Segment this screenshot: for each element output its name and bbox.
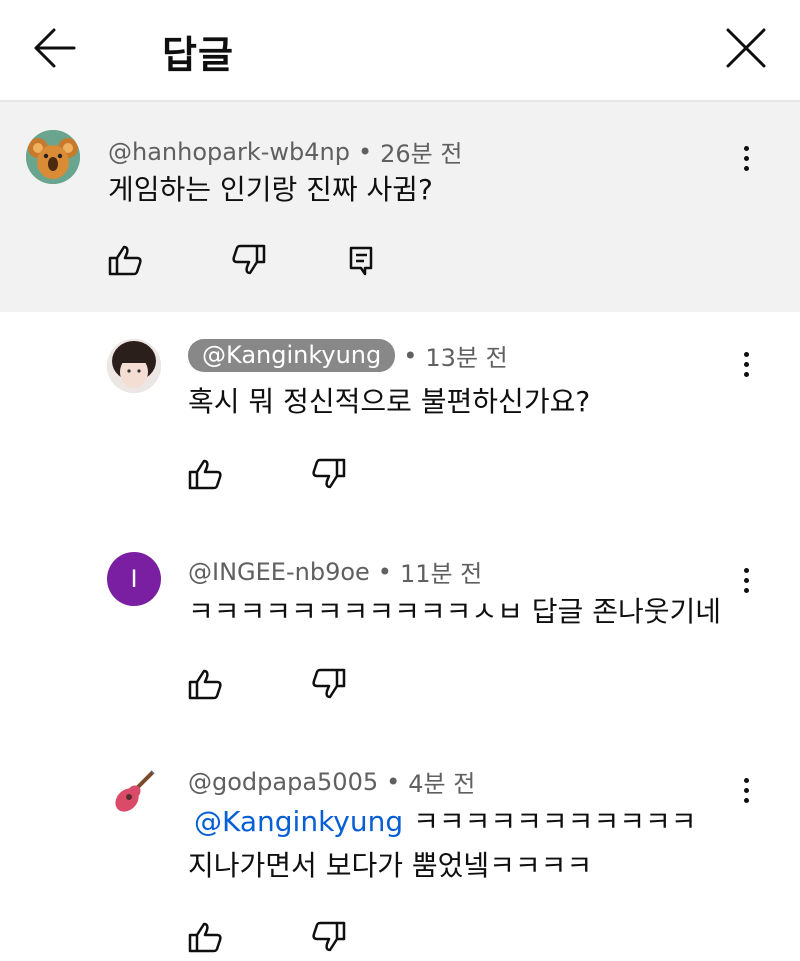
comment-meta: @godpapa5005 • 4분 전 — [188, 764, 475, 799]
dislike-button[interactable] — [307, 452, 351, 496]
more-options-button[interactable] — [731, 138, 761, 178]
reply-item: I @INGEE-nb9oe • 11분 전 ㅋㅋㅋㅋㅋㅋㅋㅋㅋㅋㅋㅅㅂ 답글 … — [0, 522, 800, 732]
comment-text-line: 지나가면서 보다가 뿜었넼ㅋㅋㅋㅋ — [188, 849, 593, 882]
close-button[interactable] — [722, 24, 770, 72]
thumb-up-icon — [108, 245, 142, 276]
close-icon — [726, 28, 766, 68]
avatar[interactable] — [107, 339, 161, 393]
more-options-button[interactable] — [731, 770, 761, 810]
comment-time: 11분 전 — [399, 560, 483, 588]
comment-text: 게임하는 인기랑 진짜 사귐? — [108, 173, 433, 206]
avatar-letter: I — [130, 565, 138, 593]
thumb-up-icon — [188, 922, 222, 953]
koala-avatar-icon — [26, 130, 80, 184]
avatar[interactable] — [107, 764, 161, 818]
comment-time: 26분 전 — [380, 140, 463, 168]
comment-meta: @Kanginkyung • 13분 전 — [188, 338, 508, 373]
meta-separator: • — [386, 767, 401, 796]
reply-icon — [349, 246, 373, 276]
meta-separator: • — [403, 341, 418, 370]
comment-author[interactable]: @godpapa5005 — [188, 768, 378, 796]
comment-text-line: @Kanginkyung ㅋㅋㅋㅋㅋㅋㅋㅋㅋㅋㅋ — [188, 798, 697, 846]
mention-link[interactable]: @Kanginkyung — [194, 805, 403, 838]
avatar[interactable]: I — [107, 552, 161, 606]
avatar[interactable] — [26, 130, 80, 184]
dislike-button[interactable] — [307, 662, 351, 706]
comment-meta: @hanhopark-wb4np • 26분 전 — [108, 134, 462, 169]
like-button[interactable] — [103, 238, 147, 282]
reply-item: @godpapa5005 • 4분 전 @Kanginkyung ㅋㅋㅋㅋㅋㅋㅋㅋ… — [0, 732, 800, 961]
thumb-down-icon — [312, 458, 346, 489]
reply-item: @Kanginkyung • 13분 전 혹시 뭐 정신적으로 불편하신가요? — [0, 312, 800, 522]
like-button[interactable] — [183, 452, 227, 496]
guitar-avatar-icon — [107, 764, 161, 818]
photo-avatar-icon — [107, 339, 161, 393]
parent-comment: @hanhopark-wb4np • 26분 전 게임하는 인기랑 진짜 사귐? — [0, 100, 800, 312]
like-button[interactable] — [183, 662, 227, 706]
thumb-up-icon — [188, 669, 222, 700]
more-options-button[interactable] — [731, 560, 761, 600]
comment-text: 혹시 뭐 정신적으로 불편하신가요? — [188, 385, 591, 418]
thumb-down-icon — [312, 668, 346, 699]
comment-author[interactable]: @hanhopark-wb4np — [108, 138, 350, 166]
comment-author-chip[interactable]: @Kanginkyung — [188, 339, 396, 372]
back-button[interactable] — [30, 26, 78, 70]
comment-time: 4분 전 — [408, 770, 476, 798]
meta-separator: • — [357, 137, 373, 166]
dislike-button[interactable] — [307, 915, 351, 959]
dislike-button[interactable] — [227, 238, 271, 282]
header: 답글 — [0, 0, 800, 100]
comment-time: 13분 전 — [425, 344, 508, 372]
meta-separator: • — [377, 557, 392, 586]
page-title: 답글 — [162, 33, 234, 77]
arrow-left-icon — [34, 28, 76, 68]
comment-author[interactable]: @INGEE-nb9oe — [188, 558, 370, 586]
more-options-button[interactable] — [731, 344, 761, 384]
comment-meta: @INGEE-nb9oe • 11분 전 — [188, 554, 482, 589]
thumb-up-icon — [188, 459, 222, 490]
reply-button[interactable] — [340, 238, 384, 282]
like-button[interactable] — [183, 915, 227, 959]
thumb-down-icon — [232, 244, 266, 275]
comment-text: ㅋㅋㅋㅋㅋㅋㅋㅋㅋㅋㅋㅅㅂ 답글 존나웃기네 — [188, 595, 722, 628]
thumb-down-icon — [312, 921, 346, 952]
comment-text-segment: ㅋㅋㅋㅋㅋㅋㅋㅋㅋㅋㅋ — [413, 805, 697, 838]
